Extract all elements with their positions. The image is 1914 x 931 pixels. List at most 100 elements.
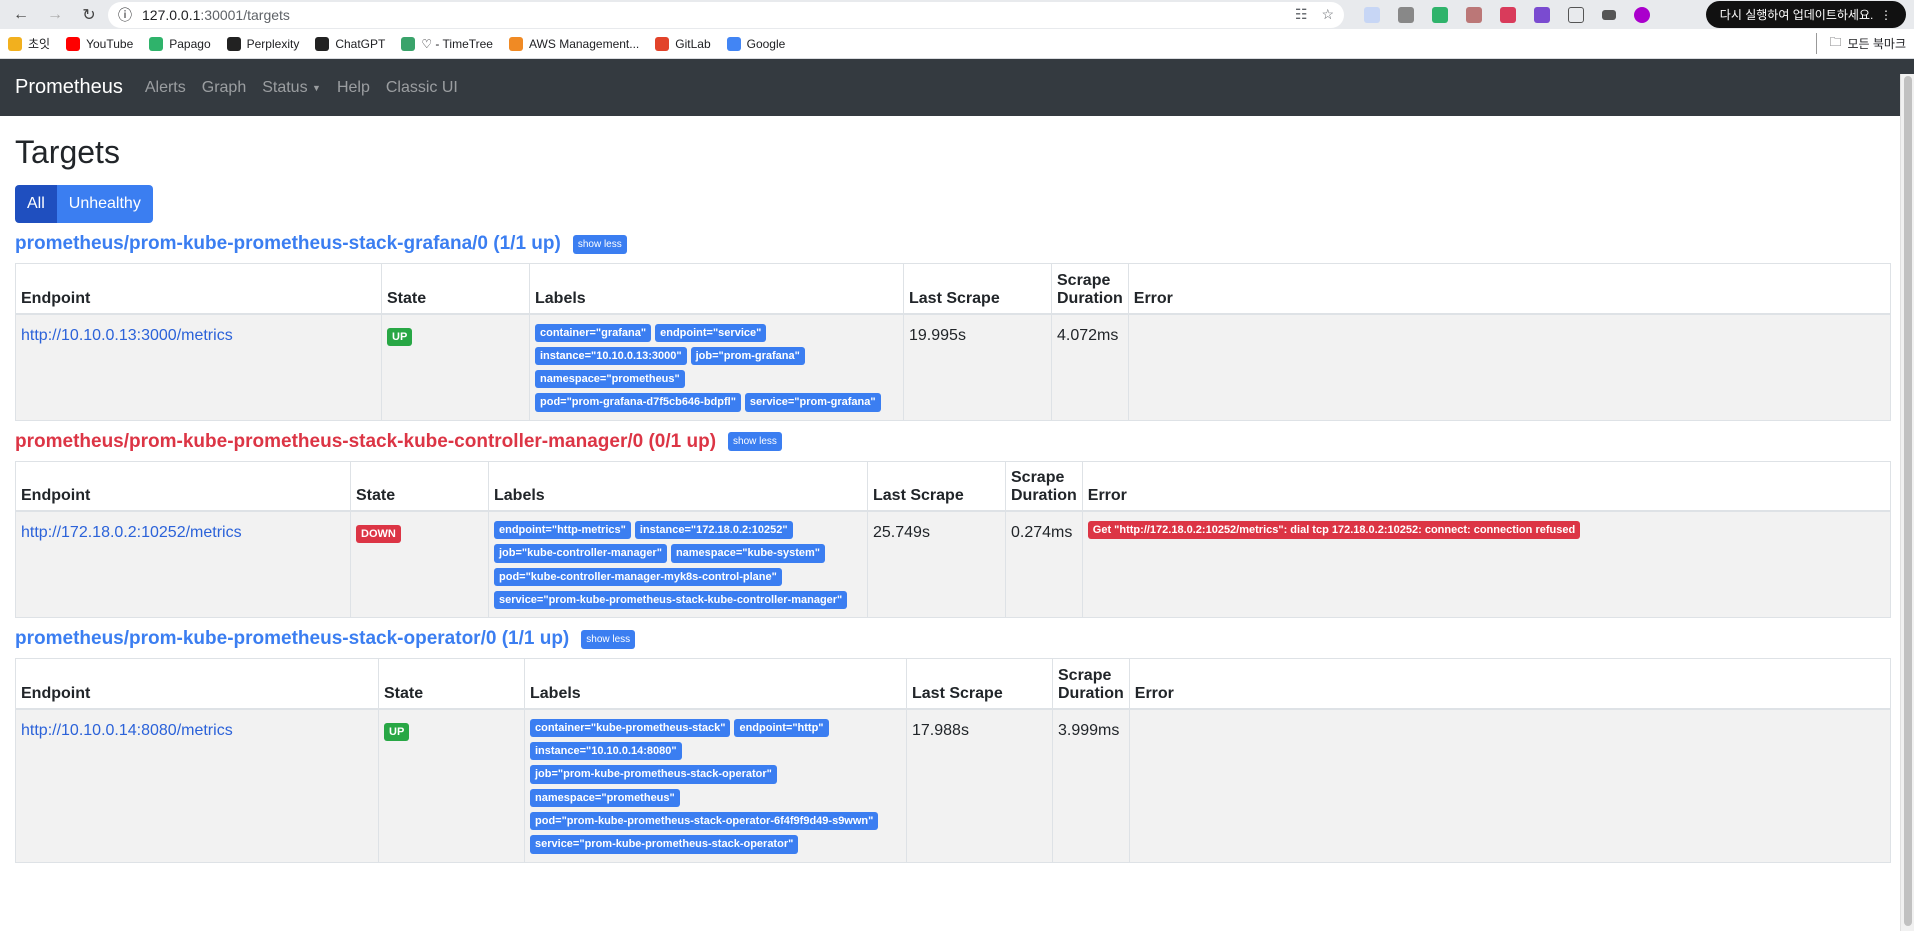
bookmark-item[interactable]: Google [726,36,785,51]
endpoint-cell: http://10.10.0.13:3000/metrics [15,313,382,421]
col-scrape-duration-line1: Scrape [1011,469,1065,487]
forward-icon[interactable]: → [40,3,70,27]
label-badge: pod="prom-kube-prometheus-stack-operator… [530,812,879,831]
nav-classic-ui[interactable]: Classic UI [386,79,458,97]
bookmark-favicon-icon [508,36,523,51]
labels-cell: container="grafana" endpoint="service" ins… [529,313,904,421]
scrollbar-thumb[interactable] [1904,76,1912,926]
col-scrape-duration-line2: Duration [1057,289,1123,307]
label-badge: endpoint="http-metrics" [494,521,631,540]
bookmark-star-icon[interactable]: ☆ [1321,6,1334,23]
bookmark-item[interactable]: ChatGPT [315,36,385,51]
bookmark-item[interactable]: Papago [149,36,211,51]
extensions-bar [1364,6,1650,23]
browser-toolbar: ← → ↻ ⓘ 127.0.0.1:30001/targets ☷ ☆ 다시 실… [0,0,1914,29]
nav-help[interactable]: Help [337,79,370,97]
nav-status[interactable]: Status ▼ [262,79,321,97]
bookmark-favicon-icon [66,36,81,51]
bookmark-label: AWS Management... [528,36,640,51]
col-labels: Labels [524,658,907,710]
col-last-scrape: Last Scrape [906,658,1053,710]
bookmark-favicon-icon [726,36,741,51]
bookmark-item[interactable]: ♡ - TimeTree [401,36,493,51]
page-scrollbar[interactable] [1900,74,1914,931]
bookmark-item[interactable]: YouTube [66,36,134,51]
bookmark-label: GitLab [675,36,711,51]
label-badge: container="kube-prometheus-stack" [530,718,731,738]
filter-unhealthy-button[interactable]: Unhealthy [56,185,153,223]
col-last-scrape: Last Scrape [903,263,1052,315]
target-group-header: prometheus/prom-kube-prometheus-stack-op… [15,628,1899,650]
state-badge: UP [384,722,410,742]
endpoint-link[interactable]: http://172.18.0.2:10252/metrics [21,524,242,541]
extension-icon[interactable] [1534,6,1550,23]
label-badge: service="prom-kube-prometheus-stack-oper… [530,835,799,854]
nav-graph[interactable]: Graph [202,79,246,97]
extension-icon[interactable] [1500,6,1516,23]
col-scrape-duration-line1: Scrape [1058,666,1112,684]
site-info-icon[interactable]: ⓘ [118,5,132,25]
translate-icon[interactable]: ☷ [1295,6,1308,23]
extension-icon[interactable] [1364,6,1380,23]
targets-table: Endpoint State Labels Last Scrape Scrape Dura… [15,460,1892,619]
targets-table: Endpoint State Labels Last Scrape Scrape Dura… [15,263,1892,421]
bookmark-item[interactable]: GitLab [655,36,711,51]
table-header-row: Endpoint State Labels Last Scrape Scrape Dura… [15,263,1892,315]
labels-cell: container="kube-prometheus-stack" endpoin… [524,708,907,863]
label-badge: pod="prom-grafana-d7f5cb646-bdpfl" [535,393,741,412]
error-cell [1128,708,1892,863]
show-less-button[interactable]: show less [572,234,627,254]
extension-icon[interactable] [1432,6,1448,23]
show-less-button[interactable]: show less [728,432,782,452]
label-badge: namespace="kube-system" [670,544,825,563]
bookmark-item[interactable]: 초잇 [8,35,50,52]
label-badge: instance="10.10.0.13:3000" [535,346,687,366]
target-group-header: prometheus/prom-kube-prometheus-stack-ku… [15,431,1899,453]
url-path: :30001/targets [200,6,290,23]
target-group-title[interactable]: prometheus/prom-kube-prometheus-stack-op… [15,628,569,650]
target-group-title[interactable]: prometheus/prom-kube-prometheus-stack-ku… [15,431,716,453]
reload-icon[interactable]: ↻ [74,3,104,27]
state-cell: UP [378,708,525,863]
update-button-label: 다시 실행하여 업데이트하세요. [1719,8,1874,22]
endpoint-link[interactable]: http://10.10.0.14:8080/metrics [21,722,233,739]
update-button[interactable]: 다시 실행하여 업데이트하세요. ⋮ [1705,1,1906,28]
target-group-title[interactable]: prometheus/prom-kube-prometheus-stack-gr… [15,233,561,255]
address-bar[interactable]: ⓘ 127.0.0.1:30001/targets ☷ ☆ [108,1,1344,28]
bookmark-item[interactable]: Perplexity [226,36,299,51]
caret-down-icon: ▼ [312,82,321,93]
bookmarks-bar: 초잇 YouTube Papago Perplexity ChatGPT ♡ - Time… [0,29,1914,59]
extension-icon[interactable] [1466,6,1482,23]
col-error: Error [1127,263,1892,315]
bookmark-item[interactable]: AWS Management... [508,36,640,51]
back-icon[interactable]: ← [6,3,36,27]
app-navbar: Prometheus Alerts Graph Status ▼ Help Cl… [0,59,1914,116]
table-row: http://172.18.0.2:10252/metrics DOWN endpo… [15,510,1892,619]
label-badge: pod="kube-controller-manager-myk8s-contr… [494,567,782,587]
col-scrape-duration-line1: Scrape [1057,271,1111,289]
bookmark-label: YouTube [86,36,134,51]
last-scrape-cell: 19.995s [903,313,1052,421]
show-less-button[interactable]: show less [581,629,636,649]
media-icon[interactable] [1602,9,1616,20]
brand-logo[interactable]: Prometheus [15,76,123,99]
endpoint-link[interactable]: http://10.10.0.13:3000/metrics [21,327,233,344]
nav-alerts[interactable]: Alerts [145,79,186,97]
extension-icon[interactable] [1398,6,1414,23]
bookmark-favicon-icon [149,36,164,51]
profile-avatar-icon[interactable] [1634,6,1650,23]
error-cell: Get "http://172.18.0.2:10252/metrics": d… [1081,510,1892,619]
target-group-header: prometheus/prom-kube-prometheus-stack-gr… [15,233,1899,255]
all-bookmarks-label: 모든 북마크 [1847,37,1906,51]
label-badge: namespace="prometheus" [530,788,680,808]
puzzle-icon[interactable] [1568,6,1584,23]
table-header-row: Endpoint State Labels Last Scrape Scrape Dura… [15,658,1892,710]
filter-all-button[interactable]: All [15,185,57,223]
label-badge: service="prom-kube-prometheus-stack-kube… [494,591,848,610]
bookmark-favicon-icon [401,36,416,51]
all-bookmarks-button[interactable]: 🗀 모든 북마크 [1816,33,1906,54]
label-badge: namespace="prometheus" [535,370,685,389]
col-scrape-duration: Scrape Duration [1005,460,1083,513]
label-badge: container="grafana" [535,323,652,342]
state-cell: DOWN [350,510,489,619]
